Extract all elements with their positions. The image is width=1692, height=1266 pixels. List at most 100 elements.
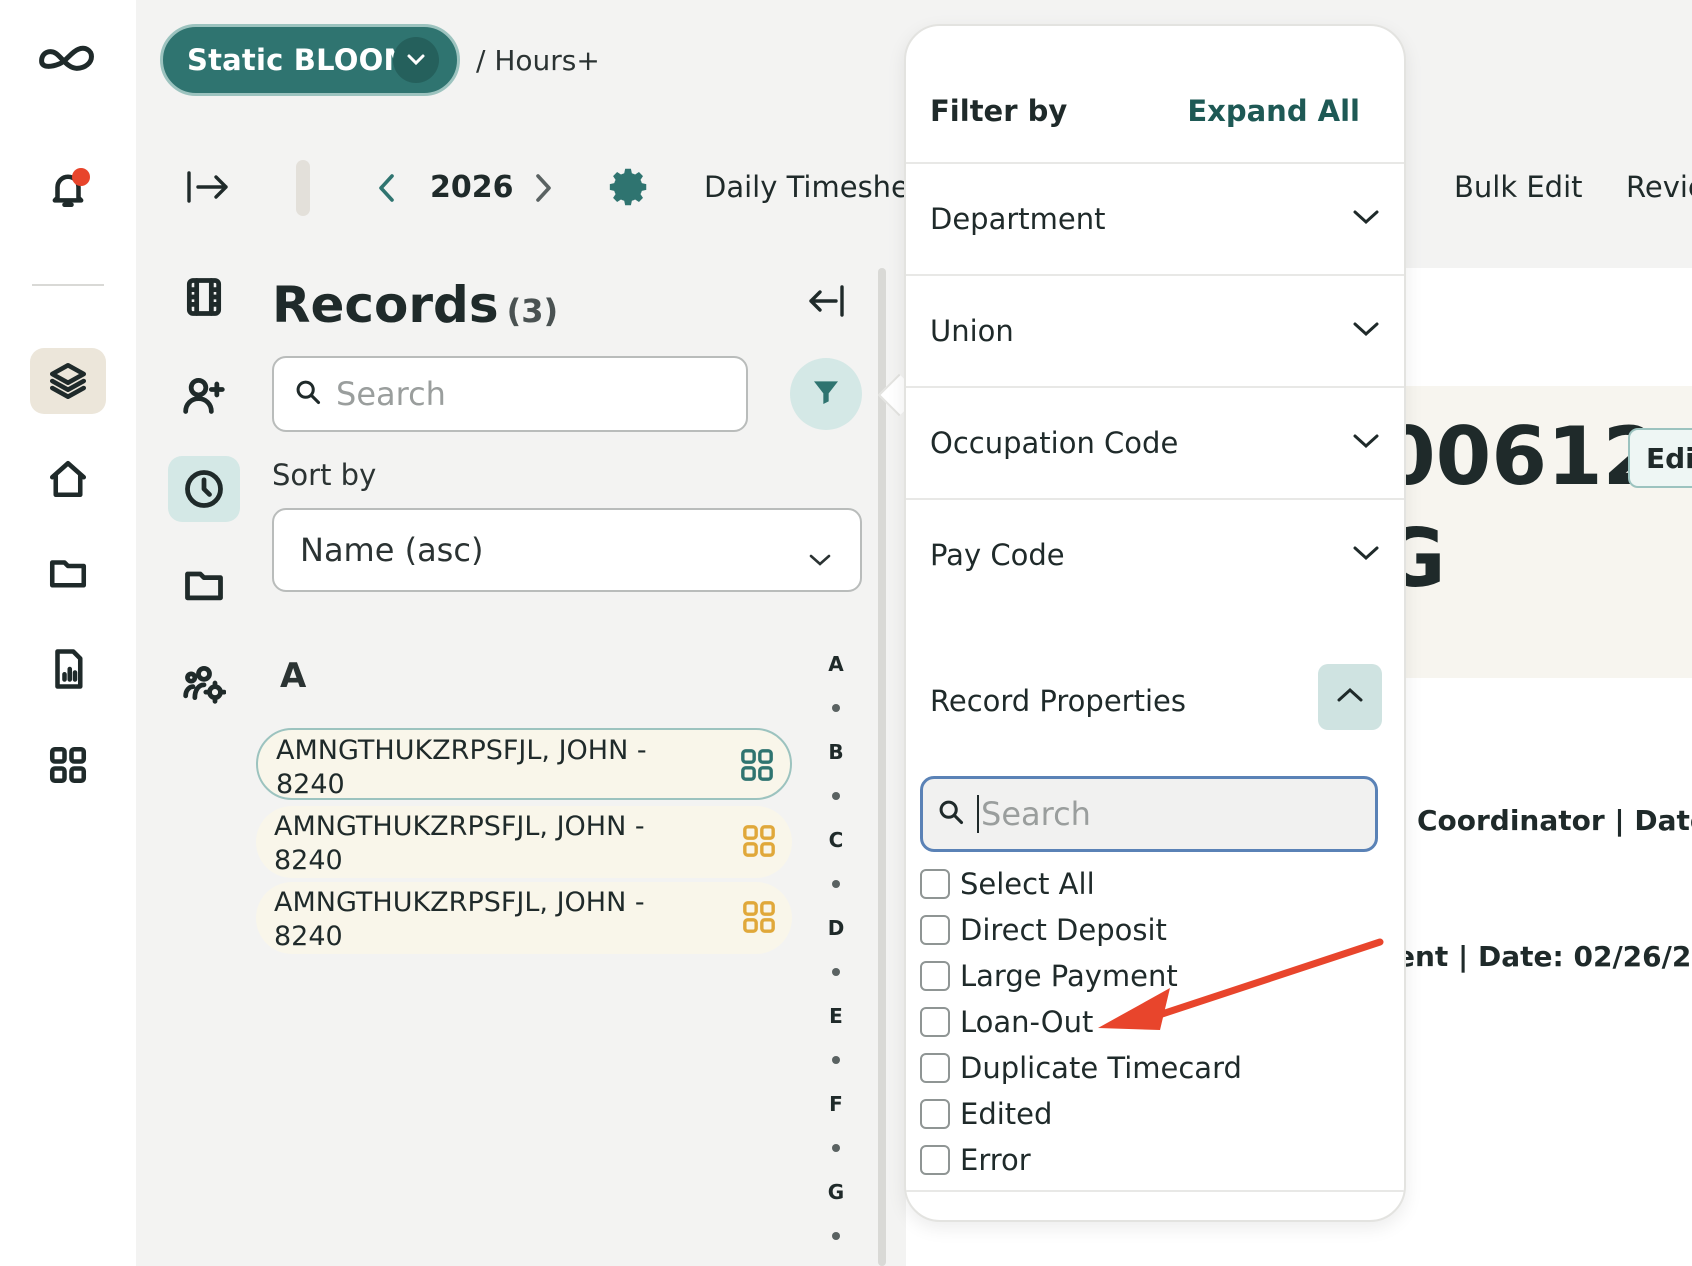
collapse-section-button[interactable] — [1318, 664, 1382, 730]
alpha-index-dot — [832, 1144, 840, 1152]
add-user-icon[interactable] — [168, 362, 240, 428]
search-icon — [294, 378, 322, 410]
breadcrumb[interactable]: / Hours+ — [476, 44, 600, 77]
filter-section-union[interactable]: Union — [906, 276, 1404, 388]
sort-label: Sort by — [272, 458, 377, 492]
report-icon[interactable] — [30, 636, 106, 702]
checkbox[interactable] — [920, 1099, 950, 1129]
timecard-icon — [740, 748, 774, 782]
records-count: (3) — [506, 292, 559, 330]
timecard-icon — [742, 900, 776, 934]
filter-popover: Filter by Expand All Department Union Oc… — [904, 24, 1406, 1222]
records-search[interactable] — [272, 356, 748, 432]
film-icon[interactable] — [168, 264, 240, 330]
alpha-index-letter[interactable]: A — [826, 652, 846, 676]
settings-gear-icon[interactable] — [606, 164, 652, 214]
section-label: Occupation Code — [930, 426, 1179, 460]
folder-icon[interactable] — [168, 552, 240, 618]
chevron-up-icon — [1336, 686, 1364, 708]
alpha-index-letter[interactable]: F — [826, 1092, 846, 1116]
alpha-index-dot — [832, 704, 840, 712]
record-code: 8240 — [274, 845, 343, 876]
review-button[interactable]: Revie — [1626, 170, 1692, 204]
option-label: Select All — [960, 867, 1095, 901]
option-label: Loan-Out — [960, 1005, 1094, 1039]
record-code: 8240 — [274, 921, 343, 952]
checkbox[interactable] — [920, 961, 950, 991]
annotation-arrow — [1098, 938, 1384, 1030]
collapse-panel-icon[interactable] — [806, 284, 850, 324]
rail-divider — [32, 284, 104, 286]
option-label: Edited — [960, 1097, 1053, 1131]
daily-timesheet-tab[interactable]: Daily Timeshee — [704, 170, 927, 204]
filter-section-occupation-code[interactable]: Occupation Code — [906, 388, 1404, 500]
checkbox[interactable] — [920, 1053, 950, 1083]
group-letter: A — [280, 656, 307, 696]
detail-line: ent | Date: 02/26/202 — [1396, 940, 1692, 973]
sort-select[interactable]: Name (asc) — [272, 508, 862, 592]
filter-section-pay-code[interactable]: Pay Code — [906, 500, 1404, 644]
record-name: AMNGTHUKZRPSFJL, JOHN - — [274, 887, 645, 918]
alpha-index-dot — [832, 880, 840, 888]
team-settings-icon[interactable] — [168, 650, 240, 716]
expand-sidebar-icon[interactable] — [186, 170, 232, 208]
alpha-index-dot — [832, 968, 840, 976]
chevron-down-icon — [1352, 432, 1380, 454]
filter-icon — [809, 376, 843, 412]
filter-section-department[interactable]: Department — [906, 164, 1404, 276]
checkbox[interactable] — [920, 1007, 950, 1037]
bulk-edit-button[interactable]: Bulk Edit — [1454, 170, 1583, 204]
home-icon[interactable] — [30, 446, 106, 512]
record-item[interactable]: AMNGTHUKZRPSFJL, JOHN - 8240 — [256, 882, 792, 954]
notification-badge — [72, 168, 90, 186]
alpha-index-letter[interactable]: G — [826, 1180, 846, 1204]
option-label: Error — [960, 1143, 1031, 1177]
expand-all-button[interactable]: Expand All — [1187, 94, 1360, 128]
folder-icon[interactable] — [30, 540, 106, 606]
detail-line: : Coordinator | Date: — [1396, 804, 1692, 837]
filter-button[interactable] — [790, 358, 862, 430]
edit-button[interactable]: Edit — [1628, 428, 1692, 488]
property-search-input[interactable] — [977, 795, 1357, 833]
bell-icon[interactable] — [30, 156, 106, 222]
checkbox[interactable] — [920, 915, 950, 945]
layers-icon[interactable] — [30, 348, 106, 414]
option-select-all[interactable]: Select All — [920, 864, 1095, 904]
option-label: Duplicate Timecard — [960, 1051, 1242, 1085]
next-year-icon[interactable] — [532, 172, 554, 208]
clock-icon[interactable] — [168, 456, 240, 522]
record-item[interactable]: AMNGTHUKZRPSFJL, JOHN - 8240 — [256, 728, 792, 800]
workspace-switcher[interactable]: Static BLOOM — [160, 24, 460, 96]
panel-scrollbar[interactable] — [878, 268, 886, 1266]
chevron-down-icon — [393, 37, 439, 83]
year-label: 2026 — [430, 170, 514, 205]
alpha-index-letter[interactable]: E — [826, 1004, 846, 1028]
section-label: Union — [930, 314, 1014, 348]
workspace-name: Static BLOOM — [187, 43, 413, 77]
logo-icon[interactable] — [30, 28, 106, 94]
search-input[interactable] — [336, 375, 726, 413]
option-edited[interactable]: Edited — [920, 1094, 1052, 1134]
option-loan-out[interactable]: Loan-Out — [920, 1002, 1093, 1042]
record-name: AMNGTHUKZRPSFJL, JOHN - — [274, 811, 645, 842]
alpha-index-letter[interactable]: D — [826, 916, 846, 940]
record-code: 8240 — [276, 769, 345, 800]
alpha-index-dot — [832, 792, 840, 800]
option-duplicate-timecard[interactable]: Duplicate Timecard — [920, 1048, 1242, 1088]
toolbar-divider — [296, 160, 310, 216]
records-title-text: Records — [272, 276, 499, 334]
grid-icon[interactable] — [30, 732, 106, 798]
previous-year-icon[interactable] — [376, 172, 398, 208]
filter-title: Filter by — [930, 94, 1068, 128]
option-error[interactable]: Error — [920, 1140, 1031, 1180]
timecard-icon — [742, 824, 776, 858]
sort-value: Name (asc) — [300, 531, 484, 569]
alpha-index-letter[interactable]: C — [826, 828, 846, 852]
alpha-index-dot — [832, 1056, 840, 1064]
alpha-index-letter[interactable]: B — [826, 740, 846, 764]
property-search[interactable] — [920, 776, 1378, 852]
record-number: 00612 — [1380, 410, 1659, 503]
record-item[interactable]: AMNGTHUKZRPSFJL, JOHN - 8240 — [256, 806, 792, 878]
checkbox[interactable] — [920, 1145, 950, 1175]
checkbox[interactable] — [920, 869, 950, 899]
